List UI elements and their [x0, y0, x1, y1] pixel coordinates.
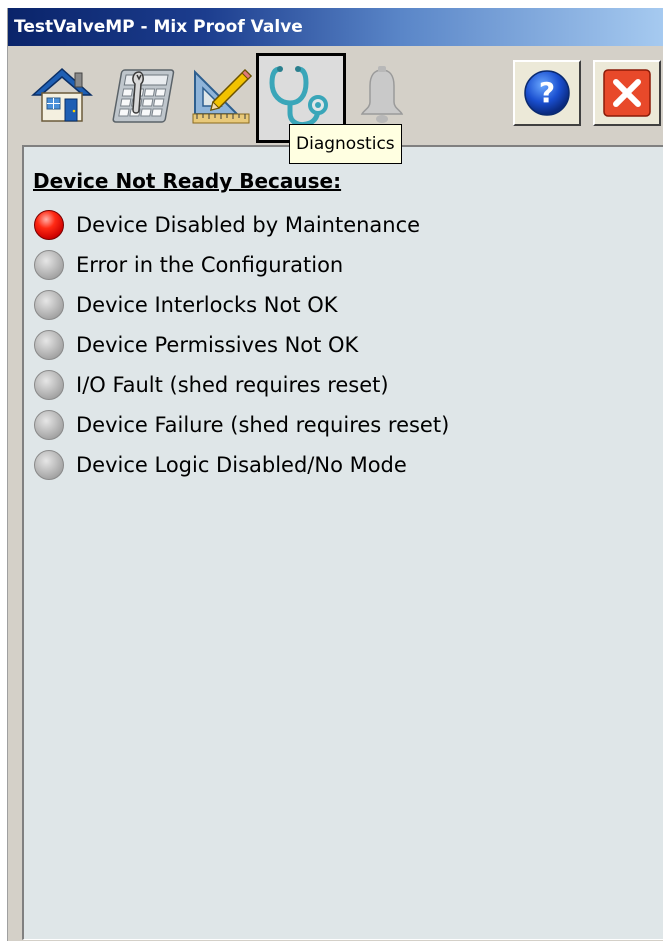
reason-list: Device Disabled by Maintenance Error in …: [34, 205, 449, 485]
close-icon: [603, 69, 651, 117]
svg-text:?: ?: [539, 76, 555, 109]
bell-icon: [360, 66, 404, 123]
reason-row-device-failure: Device Failure (shed requires reset): [34, 405, 449, 445]
window-title: TestValveMP - Mix Proof Valve: [8, 8, 663, 46]
alarms-button[interactable]: [346, 60, 418, 130]
diagnostics-tooltip: Diagnostics: [289, 124, 402, 164]
reason-label: Device Disabled by Maintenance: [76, 213, 421, 237]
reason-label: I/O Fault (shed requires reset): [76, 373, 389, 397]
reason-label: Device Failure (shed requires reset): [76, 413, 450, 437]
status-indicator-icon: [34, 410, 64, 440]
section-heading: Device Not Ready Because:: [33, 169, 342, 193]
diagnostics-panel: Device Not Ready Because: Device Disable…: [22, 145, 663, 940]
reason-row-configuration-error: Error in the Configuration: [34, 245, 449, 285]
reason-row-logic-disabled: Device Logic Disabled/No Mode: [34, 445, 449, 485]
configuration-button[interactable]: [106, 60, 178, 130]
status-indicator-icon: [34, 290, 64, 320]
reason-label: Error in the Configuration: [76, 253, 344, 277]
home-button[interactable]: [26, 60, 98, 130]
status-indicator-icon: [34, 450, 64, 480]
reason-row-permissives: Device Permissives Not OK: [34, 325, 449, 365]
faceplate-window: TestValveMP - Mix Proof Valve ? Device N…: [7, 8, 663, 941]
reason-label: Device Permissives Not OK: [76, 333, 359, 357]
reason-label: Device Interlocks Not OK: [76, 293, 338, 317]
reason-row-interlocks: Device Interlocks Not OK: [34, 285, 449, 325]
help-button[interactable]: ?: [513, 60, 581, 126]
ruler-pencil-icon: [192, 68, 253, 124]
calculator-wrench-icon: [112, 69, 175, 123]
reason-row-io-fault: I/O Fault (shed requires reset): [34, 365, 449, 405]
status-indicator-icon: [34, 370, 64, 400]
stethoscope-icon: [269, 66, 328, 128]
status-indicator-icon: [34, 210, 64, 240]
status-indicator-icon: [34, 330, 64, 360]
question-icon: ?: [524, 70, 570, 116]
reason-row-disabled-by-maintenance: Device Disabled by Maintenance: [34, 205, 449, 245]
home-icon: [31, 67, 93, 122]
engineering-button[interactable]: [186, 60, 258, 130]
close-button[interactable]: [593, 60, 661, 126]
reason-label: Device Logic Disabled/No Mode: [76, 453, 407, 477]
status-indicator-icon: [34, 250, 64, 280]
